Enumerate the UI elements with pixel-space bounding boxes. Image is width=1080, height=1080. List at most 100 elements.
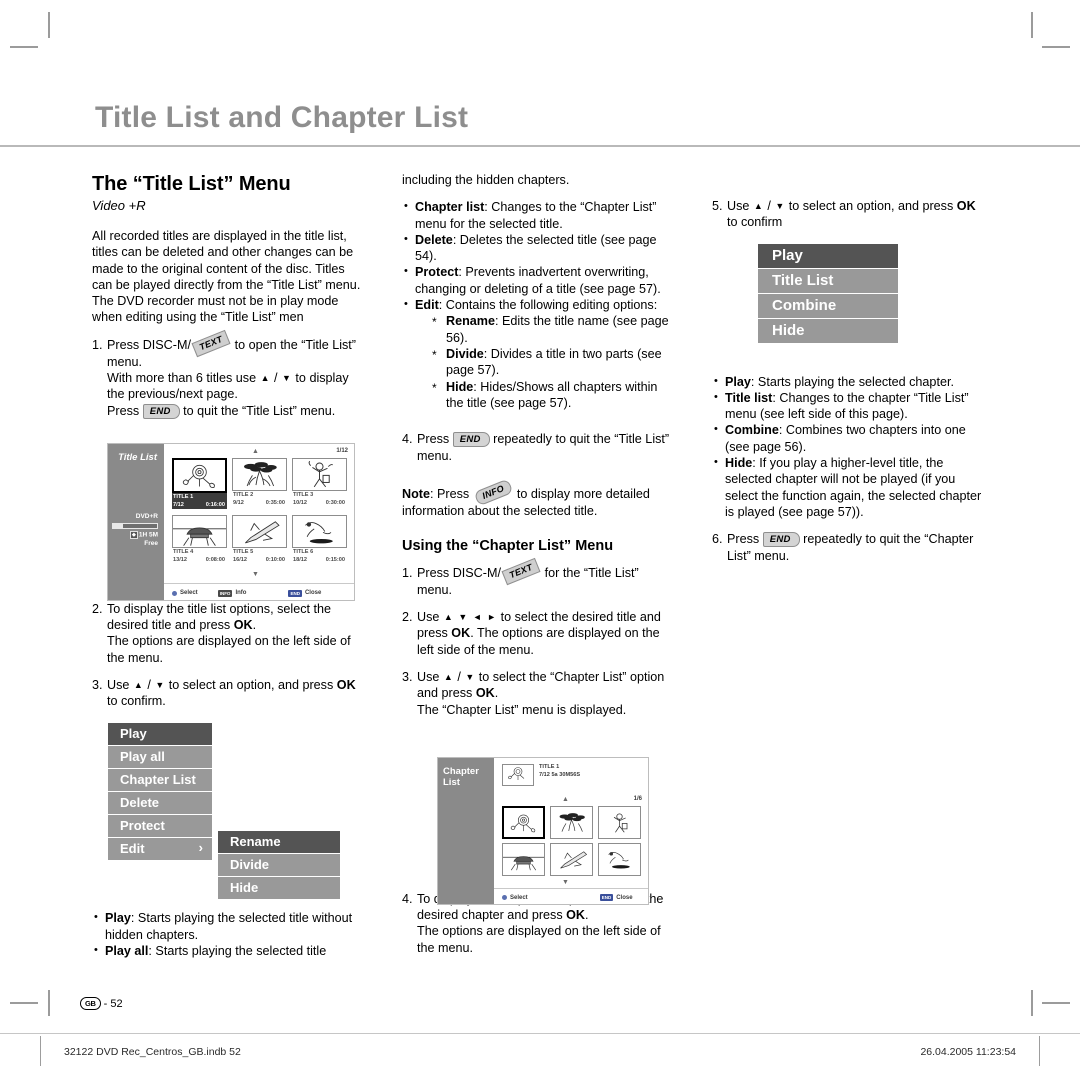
menu-item-hide[interactable]: Hide (218, 877, 340, 899)
sub-bullet-hide: Hide: Hides/Shows all chapters within th… (431, 379, 674, 412)
chapter-thumbnail-flowers[interactable] (550, 806, 593, 840)
chapter-step-3-text-c: . (494, 686, 499, 701)
bullet-play: Play: Starts playing the selected chapte… (712, 373, 984, 390)
thumbnail-image-car[interactable] (172, 515, 227, 548)
bullet-play-all: Play all: Starts playing the selected ti… (92, 942, 364, 959)
menu-item-combine[interactable]: Combine (758, 294, 898, 319)
bullet-play-all-term: Play all (105, 944, 149, 959)
chapter-step-1: 1. Press DISC-M/TEXT for the “Title List… (402, 557, 674, 598)
edit-sub-bullet-list: Rename: Edits the title name (see page 5… (415, 313, 674, 411)
osd-menu-chapter-options[interactable]: Play Title List Combine Hide (758, 244, 898, 343)
step-5: 5. Use ▲ / ▼ to select an option, and pr… (712, 199, 976, 230)
chapter-thumbnail-figure[interactable] (598, 806, 641, 840)
step-2-text-c: The options are displayed on the left si… (107, 634, 351, 665)
ok-label: OK (233, 617, 253, 632)
info-key-icon: INFO (217, 589, 233, 597)
status-select: Select (172, 590, 198, 596)
end-key-icon: END (762, 532, 800, 548)
osd-status-bar: Select INFO Info END Close (164, 583, 354, 600)
osd-capacity-bar (112, 523, 158, 530)
thumbnail-title: TITLE 6 (293, 549, 314, 555)
status-info-label: Info (235, 590, 247, 596)
chapter-thumbnail-dog[interactable] (598, 843, 641, 876)
menu-item-delete[interactable]: Delete (108, 792, 212, 815)
thumbnail-title: TITLE 3 (293, 492, 314, 498)
menu-item-rename[interactable]: Rename (218, 831, 340, 854)
status-info: INFO Info (217, 589, 247, 597)
thumbnail-image-figure[interactable] (292, 458, 347, 491)
chapter-step-3-line2: The “Chapter List” menu is displayed. (417, 702, 627, 717)
menu-item-play[interactable]: Play (108, 723, 212, 746)
locale-badge: GB (80, 997, 101, 1010)
step-3-text-a: Use (107, 677, 133, 692)
step-2-text-b: . (252, 617, 257, 632)
osd-sidebar: Title List DVD+R ◆ 1H 5M Free (108, 444, 164, 600)
osd-menu-edit-submenu[interactable]: Rename Divide Hide (218, 831, 340, 899)
step-6: 6. Press END repeatedly to quit the “Cha… (712, 531, 984, 564)
bullet-play-term: Play (725, 374, 751, 389)
thumbnail-cell[interactable]: TITLE 5 16/12 0:10:00 (232, 515, 287, 566)
bullet-hide: Hide: If you play a higher-level title, … (712, 454, 984, 520)
section-heading-title-list: The “Title List” Menu (92, 173, 291, 195)
chapter-thumbnail-car[interactable] (502, 843, 545, 876)
footer-mark-left (40, 1036, 41, 1066)
thumbnail-title-row: TITLE 3 (292, 491, 347, 499)
bullet-hide-text: : If you play a higher-level title, the … (725, 456, 982, 519)
chapter-step-4-text-b: . (585, 908, 589, 923)
menu-item-edit[interactable]: Edit › (108, 838, 212, 860)
thumbnail-title-row: TITLE 4 (172, 548, 227, 556)
end-key-icon: END (142, 403, 180, 419)
thumbnail-cell[interactable]: TITLE 2 9/12 0:35:00 (232, 458, 287, 511)
thumbnail-cell[interactable]: TITLE 6 18/12 0:15:00 (292, 515, 347, 566)
thumbnail-image-shuttle[interactable] (232, 515, 287, 548)
scroll-down-icon: ▼ (562, 879, 569, 886)
thumbnail-cell[interactable]: TITLE 1 7/12 0:16:00 (172, 458, 227, 511)
bullet-chapter-list-term: Chapter list (415, 200, 485, 215)
footer-timestamp: 26.04.2005 11:23:54 (920, 1046, 1016, 1058)
step-2: 2. To display the title list options, se… (92, 601, 364, 666)
chapter-thumbnail-rose[interactable] (502, 806, 545, 840)
menu-item-divide[interactable]: Divide (218, 854, 340, 877)
thumbnail-time: 0:08:00 (205, 557, 225, 563)
status-select-label: Select (510, 894, 528, 901)
thumbnail-image-dog[interactable] (292, 515, 347, 548)
sub-bullet-divide: Divide: Divides a title in two parts (se… (431, 346, 674, 379)
step-1: 1. Press DISC-M/TEXT to open the “Title … (92, 329, 364, 420)
osd-status-bar: Select END Close (494, 888, 648, 904)
footer-filename: 32122 DVD Rec_Centros_GB.indb 52 (64, 1046, 241, 1058)
crop-mark-bottom-left-vertical (48, 990, 50, 1016)
osd-screenshot-title-list: Title List DVD+R ◆ 1H 5M Free 1/12 ▲ TITL… (107, 443, 355, 601)
menu-item-protect[interactable]: Protect (108, 815, 212, 838)
step-3-text-b: to select an option, and press (165, 677, 337, 692)
chapter-thumbnail-shuttle[interactable] (550, 843, 593, 876)
menu-item-title-list[interactable]: Title List (758, 269, 898, 294)
thumbnail-time: 0:16:00 (205, 502, 225, 508)
menu-item-play[interactable]: Play (758, 244, 898, 269)
chapter-step-3: 3. Use ▲ / ▼ to select the “Chapter List… (402, 669, 665, 717)
osd-page-indicator: 1/6 (633, 796, 642, 802)
osd-disc-info: DVD+R ◆ 1H 5M Free (112, 513, 158, 548)
page-number-label: - 52 (103, 997, 123, 1010)
osd-page-indicator: 1/12 (336, 448, 348, 454)
section-heading-chapter-list: Using the “Chapter List” Menu (402, 537, 614, 554)
osd-menu-title-list-options[interactable]: Play Play all Chapter List Delete Protec… (108, 723, 212, 860)
arrow-up-icon: ▲ (443, 612, 453, 623)
footer-divider (0, 1033, 1080, 1034)
arrow-down-icon: ▼ (282, 373, 291, 384)
arrow-down-icon: ▼ (775, 201, 785, 211)
thumbnail-image-rose[interactable] (172, 458, 227, 493)
ok-label: OK (475, 686, 495, 701)
menu-item-hide[interactable]: Hide (758, 319, 898, 343)
arrow-down-icon: ▼ (465, 671, 475, 682)
thumbnail-cell[interactable]: TITLE 3 10/12 0:30:00 (292, 458, 347, 511)
thumbnail-image-flowers[interactable] (232, 458, 287, 491)
menu-item-play-all[interactable]: Play all (108, 746, 212, 769)
sub-bullet-hide-term: Hide (446, 379, 474, 394)
thumbnail-date: 10/12 (293, 500, 307, 506)
thumbnail-cell[interactable]: TITLE 4 13/12 0:08:00 (172, 515, 227, 566)
bullet-combine-term: Combine (725, 423, 779, 438)
step-6-text-a: Press (727, 532, 763, 547)
menu-item-chapter-list[interactable]: Chapter List (108, 769, 212, 792)
osd-screen: 1/12 ▲ TITLE 1 7/12 0:16:00 TITLE 2 9/12… (164, 444, 354, 600)
thumbnail-time: 0:30:00 (325, 500, 345, 506)
